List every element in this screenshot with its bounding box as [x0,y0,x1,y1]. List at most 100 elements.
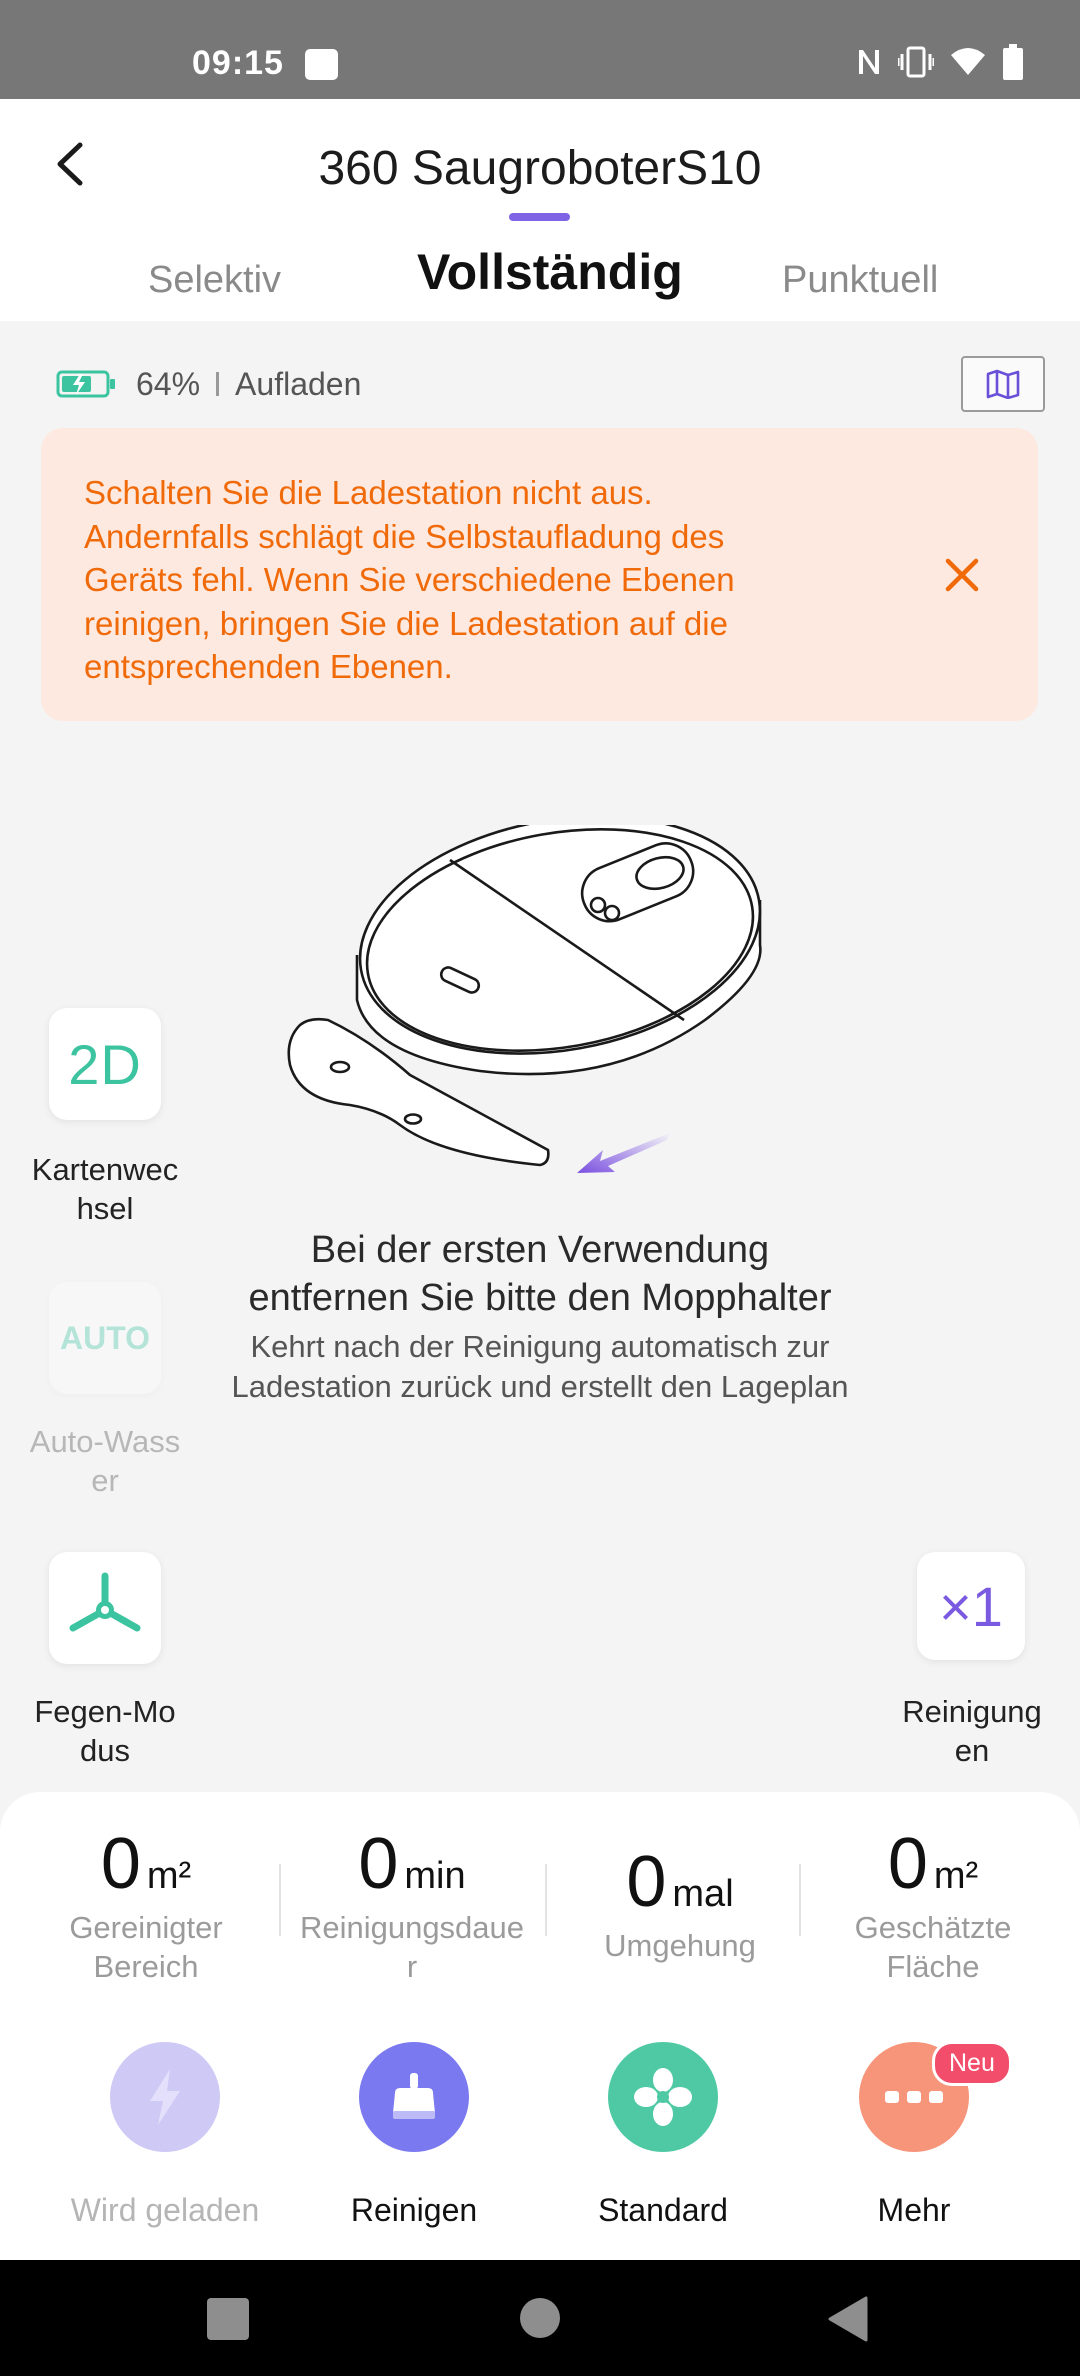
brush-icon [69,1572,141,1632]
cleanings-label: Reinigung en [882,1692,1062,1770]
label-line: Reinigungsdaue [299,1910,525,1945]
app-header: 360 SaugroboterS10 Selektiv Vollständig … [0,99,1080,321]
warning-line: reinigen, bringen Sie die Ladestation au… [84,604,728,642]
divider [545,1864,547,1936]
label-line: Kartenwec [31,1152,179,1187]
stat-value: 0 [358,1824,399,1904]
auto-water-button[interactable]: AUTO [49,1282,161,1394]
close-warning-icon[interactable] [942,555,982,595]
active-tab-indicator [509,213,570,221]
arrow-indicator-icon [577,1133,670,1173]
clean-circle[interactable] [359,2042,469,2152]
hint-sub-line: Ladestation zurück und erstellt den Lage… [231,1369,849,1404]
cleanings-icon-text: ×1 [939,1574,1003,1638]
label-line: Reinigung [902,1694,1042,1729]
label-line: hsel [76,1191,134,1226]
label-line: dus [80,1733,130,1768]
fan-icon [634,2068,692,2126]
label-line: Auto-Wass [29,1424,181,1459]
charging-circle[interactable] [110,2042,220,2152]
label-line: Bereich [93,1949,199,1984]
standard-label: Standard [598,2192,728,2228]
clean-action[interactable]: Reinigen [304,2042,524,2229]
robot-illustration [287,825,762,1167]
nfc-icon [859,50,879,74]
divider [216,372,220,396]
hint-title-line: Bei der ersten Verwendung [310,1229,770,1271]
stat-estimated-area: 0 m² Geschätzte Fläche [808,1824,1058,1986]
battery-percent: 64% [136,365,201,402]
stat-bypass: 0 mal Umgehung [555,1842,805,1965]
more-label: Mehr [877,2192,951,2228]
home-icon[interactable] [520,2298,560,2338]
hint-title-line: entfernen Sie bitte den Mopphalter [248,1277,832,1319]
hint-sub-line: Kehrt nach der Reinigung automatisch zur [250,1329,830,1364]
warning-message: Schalten Sie die Ladestation nicht aus. … [84,471,884,689]
lightning-icon [150,2069,180,2125]
map-button[interactable] [961,356,1045,412]
divider [799,1864,801,1936]
label-line: er [91,1463,119,1498]
stat-cleaned-area: 0 m² Gereinigter Bereich [21,1824,271,1986]
label-line: Umgehung [604,1928,756,1963]
map-icon [986,369,1020,399]
label-line: Fegen-Mo [34,1694,176,1729]
warning-line: Geräts fehl. Wenn Sie verschiedene Ebene… [84,561,735,598]
new-badge: Neu [932,2041,1012,2086]
warning-line: Andernfalls schlägt die Selbstaufladung … [84,517,725,555]
stat-label: Gereinigter Bereich [21,1908,271,1986]
stat-value: 0 [626,1842,667,1922]
recent-apps-icon[interactable] [207,2298,249,2340]
tab-punktuell[interactable]: Punktuell [782,259,938,302]
warning-line: entsprechenden Ebenen. [84,648,453,685]
battery-icon [1003,44,1023,80]
standard-circle[interactable] [608,2042,718,2152]
label-line: r [406,1949,418,1984]
notification-icon [305,49,338,80]
more-icon [885,2091,943,2103]
sweep-mode-button[interactable] [49,1552,161,1664]
tab-vollstaendig[interactable]: Vollständig [417,243,683,301]
back-nav-icon[interactable] [826,2296,870,2342]
stat-unit: mal [672,1873,734,1915]
hint-title: Bei der ersten Verwendung entfernen Sie … [0,1226,1080,1322]
clean-icon [393,2073,435,2119]
sweep-mode-label: Fegen-Mo dus [15,1692,195,1770]
map-switch-button[interactable]: 2D [49,1008,161,1120]
stat-value: 0 [887,1824,928,1904]
stat-unit: min [404,1855,466,1897]
hint-subtitle: Kehrt nach der Reinigung automatisch zur… [0,1327,1080,1407]
warning-line: Schalten Sie die Ladestation nicht aus. [84,474,653,511]
battery-charging-icon [56,370,115,398]
map-switch-label: Kartenwec hsel [15,1150,195,1228]
status-icons [856,44,1024,80]
auto-water-icon-text: AUTO [59,1319,151,1356]
label-line: Gereinigter [69,1910,223,1945]
stat-value: 0 [100,1824,141,1904]
label-line: en [954,1733,990,1768]
status-bar: 09:15 [0,0,1080,99]
battery-status: Aufladen [235,365,362,402]
status-time: 09:15 [192,44,284,82]
tab-selektiv[interactable]: Selektiv [148,259,281,302]
stat-label: Geschätzte Fläche [808,1908,1058,1986]
bottom-panel: 0 m² Gereinigter Bereich 0 min Reinigungsda… [0,1792,1080,2260]
battery-row: 64% Aufladen [56,362,361,406]
stat-label: Umgehung [555,1926,805,1965]
page-title: 360 SaugroboterS10 [318,142,762,195]
stat-unit: m² [933,1855,979,1897]
standard-action[interactable]: Standard [553,2042,773,2229]
mode-tabs: Selektiv Vollständig Punktuell [0,239,1080,321]
warning-banner: Schalten Sie die Ladestation nicht aus. … [41,428,1038,721]
divider [279,1864,281,1936]
label-line: Fläche [886,1949,980,1984]
cleanings-button[interactable]: ×1 [917,1552,1025,1660]
clean-label: Reinigen [350,2192,478,2228]
wifi-icon [951,48,985,75]
charging-label: Wird geladen [70,2192,260,2228]
vibrate-icon [898,46,934,78]
stat-unit: m² [146,1855,192,1897]
auto-water-label: Auto-Wass er [15,1422,195,1500]
charging-action[interactable]: Wird geladen [55,2042,275,2229]
label-line: Geschätzte [854,1910,1012,1945]
